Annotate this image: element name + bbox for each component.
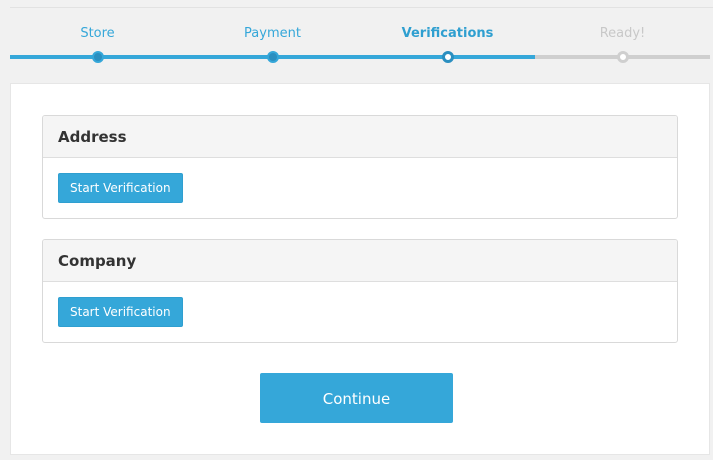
step-label: Verifications	[401, 26, 494, 41]
verifications-card: Address Start Verification Company Start…	[10, 83, 710, 455]
company-panel: Company Start Verification	[42, 239, 678, 343]
address-panel: Address Start Verification	[42, 115, 678, 219]
step-label: Ready!	[599, 26, 646, 41]
continue-button[interactable]: Continue	[260, 373, 453, 423]
step-payment[interactable]: Payment	[185, 0, 360, 70]
step-verifications[interactable]: Verifications	[360, 0, 535, 70]
progress-stepper: Store Payment Verifications Ready!	[10, 0, 710, 70]
step-current-dot-icon	[442, 51, 454, 63]
step-completed-dot-icon	[267, 51, 279, 63]
step-pending-dot-icon	[617, 51, 629, 63]
step-completed-dot-icon	[92, 51, 104, 63]
step-label: Store	[80, 26, 115, 41]
company-panel-body: Start Verification	[43, 282, 677, 342]
address-panel-title: Address	[43, 116, 677, 158]
address-panel-body: Start Verification	[43, 158, 677, 218]
start-address-verification-button[interactable]: Start Verification	[58, 173, 183, 203]
step-label: Payment	[244, 26, 301, 41]
start-company-verification-button[interactable]: Start Verification	[58, 297, 183, 327]
step-ready: Ready!	[535, 0, 710, 70]
company-panel-title: Company	[43, 240, 677, 282]
step-store[interactable]: Store	[10, 0, 185, 70]
